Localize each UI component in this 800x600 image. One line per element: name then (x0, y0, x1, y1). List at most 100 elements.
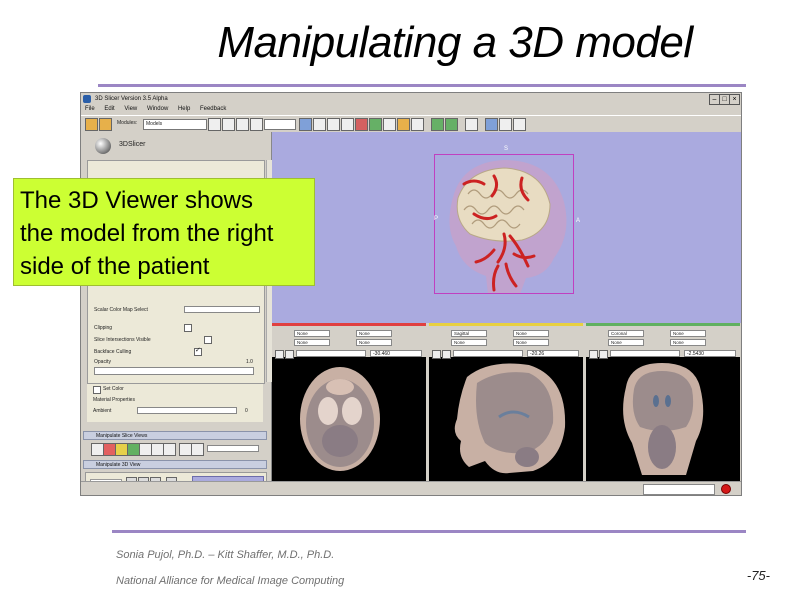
green-foreground-select[interactable]: None (670, 330, 706, 337)
slice-intersections-checkbox[interactable] (204, 336, 212, 344)
opacity-label: Opacity (94, 359, 111, 365)
ambient-value: 0 (245, 408, 248, 414)
yellow-foreground-select[interactable]: None (513, 330, 549, 337)
spatial-units-icon[interactable] (191, 443, 204, 456)
green-label-select[interactable]: None (608, 339, 644, 346)
yellow-offset-slider[interactable] (453, 350, 523, 357)
module-history-icon[interactable] (208, 118, 221, 131)
yellow-orientation-select[interactable]: Sagittal (451, 330, 487, 337)
material-panel: Set Color Material Properties Ambient 0 (87, 384, 263, 422)
yellow-background-select[interactable]: None (513, 339, 549, 346)
red-background-select[interactable]: None (356, 330, 392, 337)
set-color-button[interactable]: Set Color (103, 386, 124, 392)
one-slice-layout-icon[interactable] (341, 118, 354, 131)
ambient-label: Ambient (93, 408, 112, 414)
clipping-checkbox[interactable] (184, 324, 192, 332)
menu-edit[interactable]: Edit (104, 106, 114, 112)
stop-icon[interactable] (721, 484, 731, 494)
redo-icon[interactable] (445, 118, 458, 131)
compare-layout-icon[interactable] (383, 118, 396, 131)
footer-authors: Sonia Pujol, Ph.D. – Kitt Shaffer, M.D.,… (116, 549, 335, 561)
page-number: -75- (746, 568, 770, 583)
yellow-offset-value[interactable]: -20.26 (527, 350, 579, 357)
lightbox-layout-icon[interactable] (411, 118, 424, 131)
title-divider (98, 84, 746, 87)
tabbed-layout-icon[interactable] (397, 118, 410, 131)
manipulate-3d-view-header[interactable]: Manipulate 3D View (83, 460, 267, 469)
module-search-icon[interactable] (250, 118, 263, 131)
backface-culling-label: Backface Culling (94, 349, 132, 355)
green-offset-value[interactable]: -2.5430 (684, 350, 736, 357)
module-select[interactable]: Models (143, 119, 207, 130)
axial-slice-image (300, 367, 380, 471)
green-offset-slider[interactable] (610, 350, 680, 357)
annotation-icon[interactable] (163, 443, 176, 456)
brain-surface-model (456, 167, 551, 242)
mouse-pick-icon[interactable] (485, 118, 498, 131)
menu-file[interactable]: File (85, 106, 95, 112)
head-model-render (434, 154, 574, 294)
slice-zoom-slider[interactable] (207, 445, 259, 452)
red-label-select[interactable]: None (294, 339, 330, 346)
menu-view[interactable]: View (124, 106, 137, 112)
save-scene-icon[interactable] (99, 118, 112, 131)
four-up-layout-icon[interactable] (313, 118, 326, 131)
menu-bar: File Edit View Window Help Feedback (81, 105, 741, 114)
app-logo-icon (83, 95, 91, 103)
undo-icon[interactable] (431, 118, 444, 131)
material-properties-header[interactable]: Material Properties (93, 397, 135, 403)
menu-help[interactable]: Help (178, 106, 190, 112)
backface-culling-checkbox[interactable] (194, 346, 202, 356)
footer-organization: National Alliance for Medical Image Comp… (116, 575, 345, 587)
red-offset-value[interactable]: -30.460 (370, 350, 422, 357)
callout-line-2: the model from the right (20, 220, 274, 247)
clipping-label: Clipping (94, 325, 113, 331)
red-offset-slider[interactable] (296, 350, 366, 357)
red-slice-layout-icon[interactable] (355, 118, 368, 131)
slice-views: None None None None -30.460 Sagittal Non… (272, 323, 741, 481)
slice-view-yellow[interactable]: Sagittal None None None -20.26 (429, 323, 583, 481)
3d-only-layout-icon[interactable] (327, 118, 340, 131)
menu-window[interactable]: Window (147, 106, 168, 112)
mouse-place-icon[interactable] (499, 118, 512, 131)
module-search-input[interactable] (264, 119, 296, 130)
load-scene-icon[interactable] (85, 118, 98, 131)
sagittal-slice-image (454, 363, 566, 474)
green-orientation-select[interactable]: Coronal (608, 330, 644, 337)
manipulate-slice-views-header[interactable]: Manipulate Slice Views (83, 431, 267, 440)
orientation-label-anterior: A (576, 218, 581, 224)
ambient-slider[interactable] (137, 407, 237, 414)
red-foreground-select[interactable]: None (294, 330, 330, 337)
slice-controller-green: Coronal None None None -2.5430 (586, 323, 740, 359)
mouse-transform-view-icon[interactable] (513, 118, 526, 131)
slicer-logo-icon (95, 138, 111, 154)
orientation-label-superior: S (504, 146, 509, 152)
slicer-app-window: 3D Slicer Version 3.5 Alpha – □ × File E… (80, 92, 742, 496)
annotation-callout: The 3D Viewer shows the model from the r… (13, 178, 315, 286)
conventional-layout-icon[interactable] (299, 118, 312, 131)
green-slice-layout-icon[interactable] (369, 118, 382, 131)
opacity-slider[interactable] (94, 367, 254, 375)
set-color-icon[interactable] (93, 386, 101, 394)
slice-controller-yellow: Sagittal None None None -20.26 (429, 323, 583, 359)
green-background-select[interactable]: None (670, 339, 706, 346)
slicer-logo-text: 3DSlicer (119, 141, 146, 148)
red-orientation-select[interactable]: None (356, 339, 392, 346)
slice-view-green[interactable]: Coronal None None None -2.5430 (586, 323, 740, 481)
slice-view-red[interactable]: None None None None -30.460 (272, 323, 426, 481)
window-title: 3D Slicer Version 3.5 Alpha (95, 96, 168, 102)
yellow-label-select[interactable]: None (451, 339, 487, 346)
scalar-colormap-select[interactable] (184, 306, 260, 313)
modules-label: Modules: (117, 120, 138, 126)
forward-arrow-icon[interactable] (236, 118, 249, 131)
close-button[interactable]: × (729, 94, 740, 105)
3d-viewer[interactable]: S A P (272, 132, 741, 323)
screenshot-icon[interactable] (465, 118, 478, 131)
coronal-slice-image (623, 363, 704, 475)
opacity-value: 1.0 (246, 359, 253, 365)
slice-intersections-label: Slice Intersections Visible (94, 337, 151, 343)
menu-feedback[interactable]: Feedback (200, 106, 226, 112)
back-arrow-icon[interactable] (222, 118, 235, 131)
orientation-label-posterior: P (434, 216, 439, 222)
slide-title: Manipulating a 3D model (217, 18, 693, 67)
